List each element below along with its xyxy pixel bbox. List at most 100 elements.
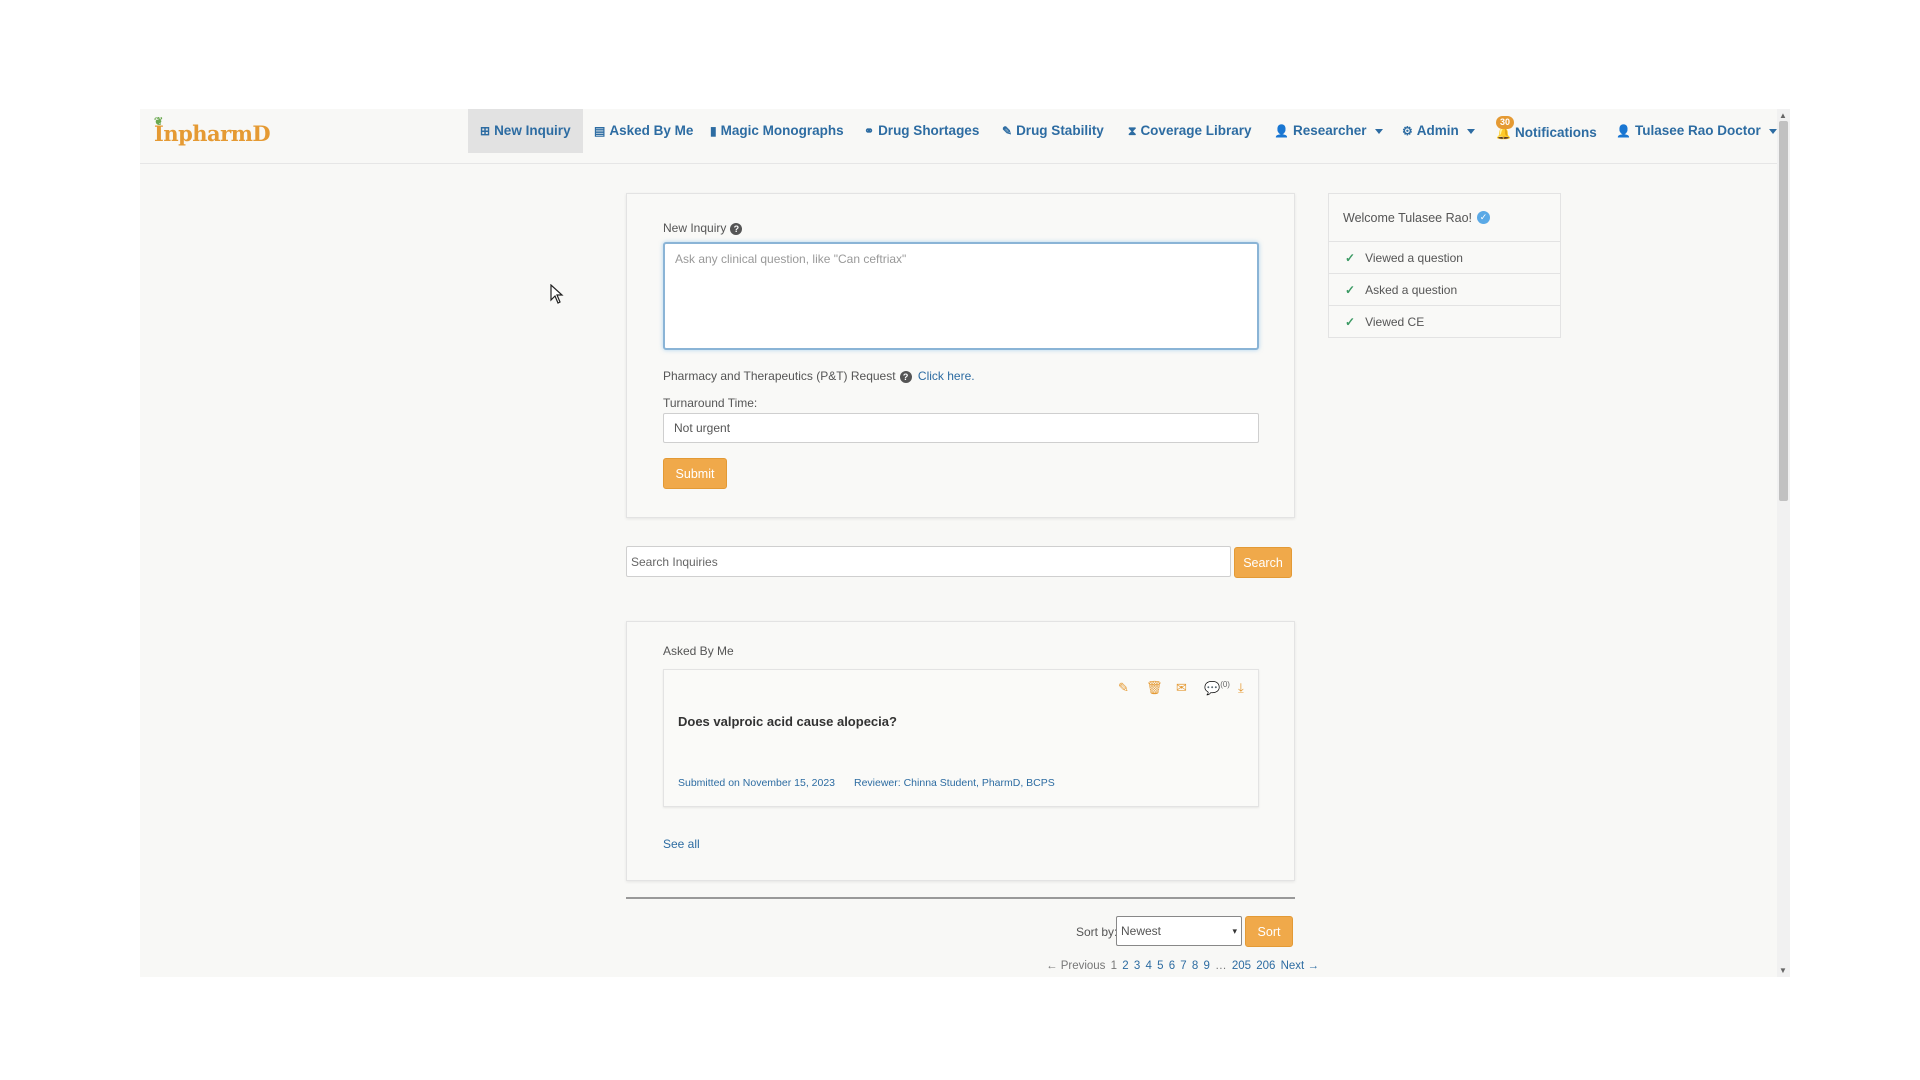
scroll-up-icon[interactable]: ▲ xyxy=(1779,111,1787,120)
trash-icon[interactable]: 🗑 xyxy=(1146,680,1163,696)
logo-text: InpharmD xyxy=(154,121,271,146)
edit-icon[interactable]: ✎ xyxy=(1118,680,1129,696)
sort-label: Sort by: xyxy=(1076,925,1118,939)
sort-select[interactable]: Newest ▾ xyxy=(1116,916,1242,946)
search-input[interactable]: Search Inquiries xyxy=(626,546,1231,577)
welcome-item: ✓ Viewed CE xyxy=(1329,305,1560,337)
pagination-current: 1 xyxy=(1110,960,1118,972)
check-icon: ✓ xyxy=(1345,282,1356,297)
welcome-item: ✓ Viewed a question xyxy=(1329,241,1560,273)
new-inquiry-label-text: New Inquiry xyxy=(663,221,727,235)
pagination-previous: ← Previous xyxy=(1046,960,1106,972)
nav-coverage-library[interactable]: ⧗ Coverage Library xyxy=(1128,109,1251,153)
nav-notifications[interactable]: 30 🔔 Notifications xyxy=(1496,111,1597,155)
pagination-page[interactable]: 205 xyxy=(1232,960,1251,972)
id-card-icon: ▤ xyxy=(594,124,606,138)
pt-request-text: Pharmacy and Therapeutics (P&T) Request xyxy=(663,369,896,383)
scroll-down-icon[interactable]: ▼ xyxy=(1779,966,1787,975)
chevron-down-icon: ▾ xyxy=(1232,925,1237,936)
pagination-page[interactable]: 6 xyxy=(1169,960,1175,972)
pagination-page[interactable]: 206 xyxy=(1256,960,1275,972)
submit-button[interactable]: Submit xyxy=(663,458,727,489)
search-button[interactable]: Search xyxy=(1234,547,1292,578)
turnaround-label: Turnaround Time: xyxy=(663,396,758,410)
asked-by-me-card: Asked By Me ✎ 🗑 ✉ 💬(0) ⤓ Does valproic a… xyxy=(626,621,1295,881)
document-icon: ▮ xyxy=(710,124,717,138)
nav-label: Asked By Me xyxy=(609,123,694,138)
user-edit-icon: 👤 xyxy=(1274,124,1289,138)
nav-label: Drug Shortages xyxy=(878,123,980,138)
notification-count-badge: 30 xyxy=(1496,116,1515,129)
nav-asked-by-me[interactable]: ▤ Asked By Me xyxy=(594,109,693,153)
check-icon: ✓ xyxy=(1345,250,1356,265)
nav-label: Coverage Library xyxy=(1140,123,1252,138)
sprout-icon: ❦ xyxy=(154,115,163,128)
welcome-title-row: Welcome Tulasee Rao! ✓ xyxy=(1329,194,1560,241)
see-all-link[interactable]: See all xyxy=(663,837,700,851)
inquiry-question[interactable]: Does valproic acid cause alopecia? xyxy=(678,714,897,729)
reviewer-info: Reviewer: Chinna Student, PharmD, BCPS xyxy=(854,777,1055,789)
app-window: ❦ InpharmD ⊞ New Inquiry ▤ Asked By Me ▮ Ma… xyxy=(140,109,1790,977)
pagination-ellipsis: … xyxy=(1215,960,1227,972)
check-icon: ✓ xyxy=(1345,314,1356,329)
nav-researcher-dropdown[interactable]: 👤 Researcher xyxy=(1274,109,1383,153)
pencil-icon: ✎ xyxy=(1002,124,1013,138)
inquiry-item[interactable]: ✎ 🗑 ✉ 💬(0) ⤓ Does valproic acid cause al… xyxy=(663,669,1259,807)
welcome-item-label: Asked a question xyxy=(1365,282,1458,297)
welcome-item: ✓ Asked a question xyxy=(1329,273,1560,305)
help-icon[interactable]: ? xyxy=(730,222,743,235)
nav-admin-dropdown[interactable]: ⚙ Admin xyxy=(1402,109,1475,153)
pt-request-link[interactable]: Click here. xyxy=(918,369,975,383)
binoculars-icon: ⚭ xyxy=(864,124,875,138)
gear-icon: ⚙ xyxy=(1402,124,1413,138)
pagination-page[interactable]: 3 xyxy=(1134,960,1140,972)
scrollbar-thumb[interactable] xyxy=(1779,121,1788,501)
nav-label: Drug Stability xyxy=(1016,123,1104,138)
turnaround-select[interactable]: Not urgent xyxy=(663,413,1259,443)
pagination-page[interactable]: 9 xyxy=(1204,960,1210,972)
pagination-page[interactable]: 4 xyxy=(1145,960,1151,972)
hourglass-icon: ⧗ xyxy=(1128,124,1137,138)
help-icon[interactable]: ? xyxy=(899,370,912,383)
welcome-panel: Welcome Tulasee Rao! ✓ ✓ Viewed a questio… xyxy=(1328,193,1561,338)
inquiry-textarea[interactable] xyxy=(663,242,1259,350)
pagination-page[interactable]: 5 xyxy=(1157,960,1163,972)
submitted-date: Submitted on November 15, 2023 xyxy=(678,777,836,789)
verified-badge-icon: ✓ xyxy=(1477,211,1490,224)
turnaround-value: Not urgent xyxy=(674,421,731,435)
nav-label: Magic Monographs xyxy=(720,123,844,138)
download-icon[interactable]: ⤓ xyxy=(1238,680,1244,696)
caret-down-icon xyxy=(1768,128,1777,134)
nav-drug-shortages[interactable]: ⚭ Drug Shortages xyxy=(864,109,979,153)
top-navbar: ❦ InpharmD ⊞ New Inquiry ▤ Asked By Me ▮ Ma… xyxy=(140,109,1777,164)
new-inquiry-card: New Inquiry? Pharmacy and Therapeutics (… xyxy=(626,193,1295,518)
inpharmd-logo[interactable]: ❦ InpharmD xyxy=(154,115,271,151)
welcome-item-label: Viewed a question xyxy=(1365,250,1463,265)
caret-down-icon xyxy=(1466,128,1475,134)
nav-label: Tulasee Rao Doctor xyxy=(1634,123,1761,138)
sort-button[interactable]: Sort xyxy=(1245,916,1293,947)
pagination: ← Previous 1 2 3 4 5 6 7 8 9 … 205 206 N… xyxy=(1046,960,1319,972)
plus-square-icon: ⊞ xyxy=(480,124,491,138)
vertical-scrollbar[interactable]: ▲ ▼ xyxy=(1777,109,1790,977)
pagination-page[interactable]: 7 xyxy=(1180,960,1186,972)
asked-by-me-title: Asked By Me xyxy=(663,644,734,658)
nav-magic-monographs[interactable]: ▮ Magic Monographs xyxy=(710,109,844,153)
nav-label: Researcher xyxy=(1292,123,1367,138)
welcome-item-label: Viewed CE xyxy=(1365,314,1425,329)
welcome-title: Welcome Tulasee Rao! xyxy=(1343,210,1472,225)
nav-new-inquiry[interactable]: ⊞ New Inquiry xyxy=(468,109,583,153)
nav-label: New Inquiry xyxy=(494,123,571,138)
pagination-page[interactable]: 2 xyxy=(1122,960,1128,972)
nav-user-dropdown[interactable]: 👤 Tulasee Rao Doctor xyxy=(1616,109,1777,153)
pagination-next[interactable]: Next → xyxy=(1281,960,1319,972)
nav-label: Notifications xyxy=(1514,125,1597,140)
comments-icon[interactable]: 💬(0) xyxy=(1204,680,1230,696)
section-divider xyxy=(626,897,1295,899)
envelope-icon[interactable]: ✉ xyxy=(1176,680,1187,696)
nav-drug-stability[interactable]: ✎ Drug Stability xyxy=(1002,109,1104,153)
comment-count: (0) xyxy=(1220,680,1230,689)
pagination-page[interactable]: 8 xyxy=(1192,960,1198,972)
caret-down-icon xyxy=(1374,128,1383,134)
user-icon: 👤 xyxy=(1616,124,1631,138)
